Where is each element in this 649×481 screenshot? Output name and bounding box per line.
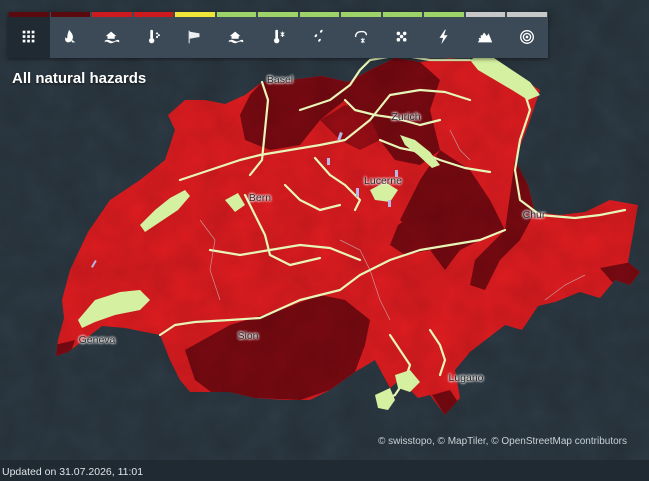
hazard-level-strip [9, 12, 49, 17]
snowfall-icon [354, 30, 367, 44]
toolbar-button-thunderstorm[interactable] [423, 12, 465, 58]
hazard-toolbar [8, 12, 548, 58]
flood-icon [104, 31, 119, 44]
toolbar-button-snowfall[interactable] [340, 12, 382, 58]
thunderstorm-icon [439, 29, 448, 45]
hazard-level-strip [175, 12, 215, 17]
toolbar-button-wind[interactable] [174, 12, 216, 58]
toolbar-button-avalanche[interactable] [465, 12, 507, 58]
wildfire-icon [65, 29, 76, 43]
hazard-level-strip [424, 12, 464, 17]
hazard-level-strip [341, 12, 381, 17]
page-title: All natural hazards [12, 70, 147, 87]
toolbar-button-flood[interactable] [91, 12, 133, 58]
wind-icon [188, 30, 200, 44]
rain-icon [314, 29, 323, 42]
avalanche-icon [478, 32, 493, 43]
city-label-bern: Bern [248, 192, 272, 204]
toolbar-button-earthquake[interactable] [506, 12, 548, 58]
hazard-level-strip [133, 12, 173, 17]
toolbar-button-lake-level[interactable] [216, 12, 258, 58]
toolbar-button-heat[interactable] [133, 12, 175, 58]
city-label-geneva: Geneva [78, 334, 116, 346]
update-timestamp: Updated on 31.07.2026, 11:01 [2, 466, 144, 478]
frost-icon [273, 29, 285, 44]
city-label-zurich: Zurich [391, 111, 421, 123]
toolbar-button-slippery-roads[interactable] [382, 12, 424, 58]
toolbar-button-forest-fire[interactable] [50, 12, 92, 58]
map-attribution[interactable]: © swisstopo, © MapTiler, © OpenStreetMap… [378, 436, 627, 447]
hazard-level-strip [299, 12, 339, 17]
city-label-lugano: Lugano [448, 372, 484, 384]
earthquake-icon [519, 30, 534, 44]
hazard-level-strip [258, 12, 298, 17]
hazard-level-strip [50, 12, 90, 17]
city-label-basel: Basel [266, 74, 294, 86]
hazard-level-strip [382, 12, 422, 17]
heat-icon [149, 29, 161, 44]
slippery-roads-icon [396, 31, 407, 42]
toolbar-button-rain[interactable] [299, 12, 341, 58]
toolbar-button-frost[interactable] [257, 12, 299, 58]
toolbar-button-all-hazards[interactable] [8, 12, 50, 58]
city-label-chur: Chur [522, 209, 546, 221]
hazard-level-strip [507, 12, 547, 17]
hazard-level-strip [92, 12, 132, 17]
hazard-level-strip [465, 12, 505, 17]
hazard-level-strip [216, 12, 256, 17]
city-label-lucerne: Lucerne [364, 175, 402, 187]
city-label-sion: Sion [237, 330, 259, 342]
grid-icon [22, 30, 35, 43]
update-status-bar: Updated on 31.07.2026, 11:01 [0, 460, 649, 481]
lake-icon [229, 31, 244, 44]
